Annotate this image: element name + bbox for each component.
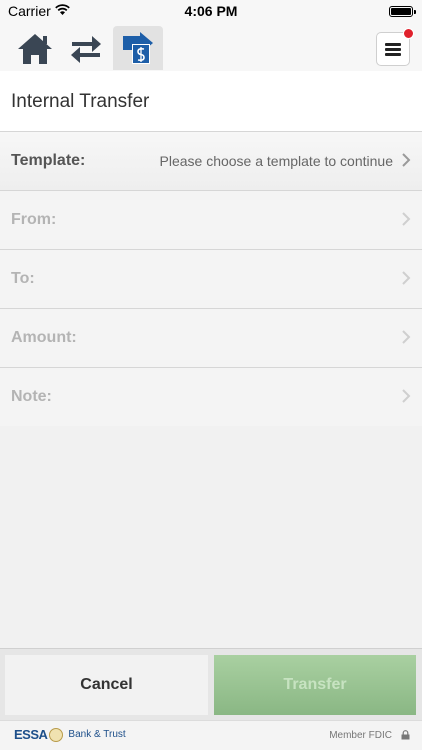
logo-emblem-icon	[49, 727, 64, 742]
chevron-right-icon	[402, 330, 411, 344]
battery-icon	[389, 6, 416, 17]
chevron-right-icon	[402, 153, 411, 167]
transfer-button[interactable]: Transfer	[214, 655, 416, 715]
chevron-right-icon	[402, 271, 411, 285]
transfers-icon	[71, 36, 101, 63]
from-label: From:	[11, 211, 57, 228]
to-label: To:	[11, 270, 35, 287]
page-title: Internal Transfer	[11, 91, 150, 112]
bank-logo: ESSA Bank & Trust	[14, 727, 126, 742]
button-bar: Cancel Transfer	[0, 648, 422, 720]
menu-icon	[385, 41, 401, 58]
transfers-button[interactable]	[63, 28, 109, 70]
cancel-button[interactable]: Cancel	[5, 655, 208, 715]
from-row: From:	[0, 191, 422, 250]
menu-button[interactable]	[376, 28, 414, 66]
footer: ESSA Bank & Trust Member FDIC	[0, 720, 422, 750]
lock-icon	[401, 730, 410, 740]
template-row[interactable]: Template: Please choose a template to co…	[0, 132, 422, 191]
title-bar: Internal Transfer	[0, 71, 422, 132]
template-value: Please choose a template to continue	[159, 153, 394, 169]
clock: 4:06 PM	[184, 3, 238, 19]
amount-row: Amount:	[0, 309, 422, 368]
status-bar: Carrier 4:06 PM	[0, 0, 422, 22]
chevron-right-icon	[402, 212, 411, 226]
logo-wordmark: ESSA	[14, 727, 48, 742]
note-label: Note:	[11, 388, 52, 405]
chevron-right-icon	[402, 389, 411, 403]
home-icon	[18, 34, 52, 64]
nav-bar	[0, 22, 422, 71]
notification-badge	[403, 28, 414, 39]
payments-button[interactable]	[113, 26, 163, 70]
template-label: Template:	[11, 152, 86, 169]
member-fdic-label: Member FDIC	[329, 730, 392, 741]
to-row: To:	[0, 250, 422, 309]
home-button[interactable]	[12, 28, 58, 70]
note-row: Note:	[0, 368, 422, 427]
empty-content-area	[0, 426, 422, 650]
payments-icon	[123, 32, 153, 64]
amount-label: Amount:	[11, 329, 77, 346]
logo-bank-name: Bank & Trust	[68, 729, 126, 740]
